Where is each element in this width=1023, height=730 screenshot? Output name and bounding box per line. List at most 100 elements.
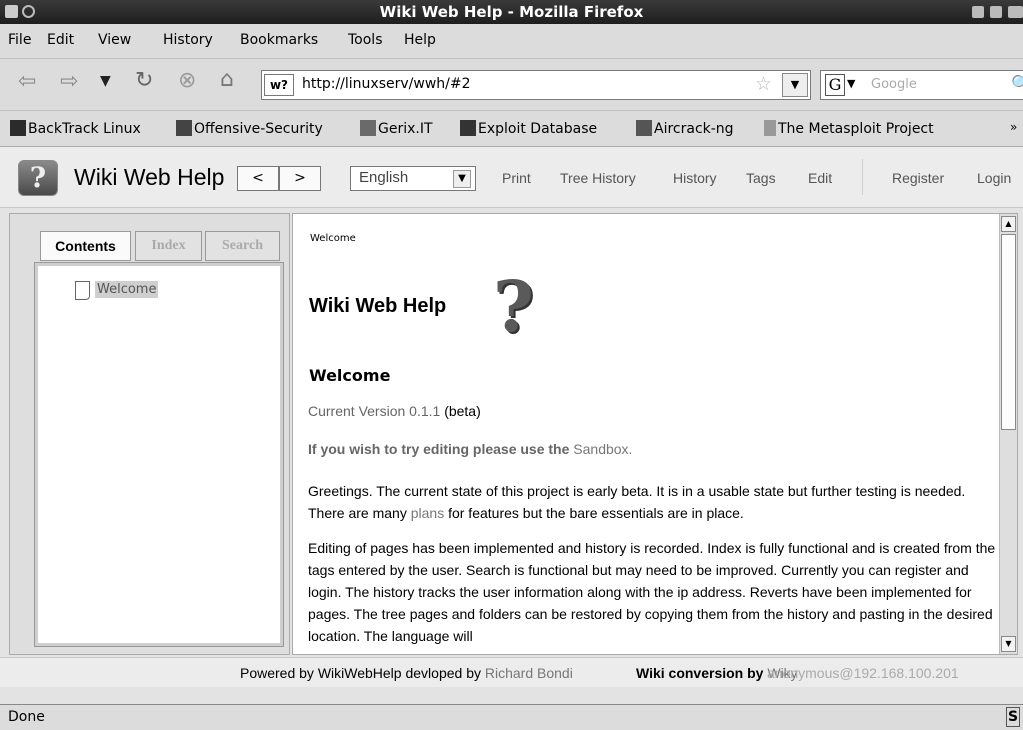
metasploit-icon [764, 120, 776, 136]
version-label: Current Version 0.1.1 [308, 403, 441, 419]
print-link[interactable]: Print [502, 170, 531, 186]
header-divider [862, 159, 863, 195]
status-security-icon[interactable]: S [1006, 707, 1020, 727]
search-box[interactable]: G ▼ Google 🔍 [820, 70, 1023, 100]
bookmark-metasploit[interactable]: The Metasploit Project [764, 120, 934, 137]
wiki-logo-icon: ? [18, 160, 58, 196]
greetings-text-b: for features but the bare essentials are… [448, 505, 744, 521]
tab-index[interactable]: Index [135, 231, 202, 261]
search-engine-dropdown-icon[interactable]: ▼ [847, 77, 855, 90]
powered-by-text: Powered by WikiWebHelp devloped by [240, 665, 481, 681]
bookmark-exploit-database[interactable]: Exploit Database [460, 120, 597, 137]
greetings-paragraph: Greetings. The current state of this pro… [308, 480, 998, 524]
scroll-down-icon[interactable]: ▼ [1001, 636, 1016, 652]
history-link[interactable]: History [673, 170, 717, 186]
window-titlebar: Wiki Web Help - Mozilla Firefox [0, 0, 1023, 24]
content-panel: Welcome Wiki Web Help ? Welcome Current … [292, 213, 1018, 655]
search-engine-icon[interactable]: G [825, 74, 845, 96]
url-text[interactable]: http://linuxserv/wwh/#2 [302, 76, 471, 92]
forward-arrow-icon[interactable]: ⇨ [60, 69, 78, 94]
language-value: English [359, 169, 409, 186]
bookmark-label: Aircrack-ng [654, 121, 734, 137]
navigation-toolbar: ⇦ ⇨ ▼ ↻ ⊗ ⌂ w? http://linuxserv/wwh/#2 ☆… [0, 58, 1023, 110]
content-scrollbar[interactable]: ▲ ▼ [999, 214, 1017, 654]
current-user: anonymous@192.168.100.201 [767, 665, 959, 681]
bookmark-aircrack[interactable]: Aircrack-ng [636, 120, 734, 137]
tab-contents[interactable]: Contents [40, 231, 131, 261]
conversion-text: Wiki conversion by [636, 665, 764, 681]
edit-link[interactable]: Edit [808, 170, 832, 186]
gerix-icon [360, 120, 376, 136]
search-icon[interactable]: 🔍 [1011, 74, 1023, 93]
bookmark-label: BackTrack Linux [28, 121, 141, 137]
wiki-back-button[interactable]: < [237, 166, 279, 191]
bookmark-offensive-security[interactable]: Offensive-Security [176, 120, 323, 137]
menu-bar: File Edit View History Bookmarks Tools H… [0, 24, 1023, 58]
language-select[interactable]: English ▼ [350, 166, 476, 191]
chevron-down-icon[interactable]: ▼ [453, 170, 471, 188]
close-button[interactable] [1008, 6, 1023, 18]
menu-help[interactable]: Help [404, 32, 436, 48]
search-input[interactable]: Google [871, 77, 917, 92]
menu-bookmarks[interactable]: Bookmarks [240, 32, 318, 48]
plans-link[interactable]: plans [411, 505, 444, 521]
menu-file[interactable]: File [8, 32, 31, 48]
reload-icon[interactable]: ↻ [135, 68, 153, 93]
site-identity-icon[interactable]: w? [264, 74, 294, 96]
section-heading: Welcome [309, 366, 391, 385]
menu-view[interactable]: View [98, 32, 131, 48]
bookmarks-toolbar: BackTrack Linux Offensive-Security Gerix… [0, 110, 1023, 146]
menu-tools[interactable]: Tools [348, 32, 383, 48]
tab-search[interactable]: Search [205, 231, 280, 261]
sandbox-link[interactable]: Sandbox. [573, 441, 632, 457]
tree-item-label[interactable]: Welcome [95, 281, 159, 298]
tree-history-link[interactable]: Tree History [560, 170, 636, 186]
menu-history[interactable]: History [163, 32, 213, 48]
bookmark-label: The Metasploit Project [778, 121, 934, 137]
register-link[interactable]: Register [892, 170, 944, 186]
page-icon [75, 281, 90, 300]
navigation-panel: Contents Index Search Welcome [9, 213, 290, 655]
login-link[interactable]: Login [977, 170, 1011, 186]
bookmarks-overflow-icon[interactable]: » [1010, 120, 1017, 134]
bookmark-label: Exploit Database [478, 121, 598, 137]
page-viewport: ? Wiki Web Help < > English ▼ Print Tree… [0, 146, 1023, 704]
history-dropdown-icon[interactable]: ▼ [100, 73, 111, 89]
bookmark-label: Offensive-Security [194, 121, 323, 137]
tags-link[interactable]: Tags [746, 170, 776, 186]
wiki-question-logo-icon: ? [493, 265, 535, 348]
url-bar[interactable]: w? http://linuxserv/wwh/#2 ☆ ▼ [261, 70, 811, 100]
home-icon[interactable]: ⌂ [220, 67, 234, 92]
version-line: Current Version 0.1.1 (beta) [308, 400, 998, 422]
page-heading: Wiki Web Help [309, 295, 447, 317]
window-title: Wiki Web Help - Mozilla Firefox [379, 3, 644, 21]
scroll-up-icon[interactable]: ▲ [1001, 216, 1016, 232]
bookmark-backtrack-linux[interactable]: BackTrack Linux [10, 120, 141, 137]
editing-paragraph: Editing of pages has been implemented an… [308, 540, 996, 644]
url-dropdown-icon[interactable]: ▼ [782, 73, 808, 97]
bookmark-star-icon[interactable]: ☆ [755, 73, 772, 95]
menu-edit[interactable]: Edit [47, 32, 74, 48]
exploit-database-icon [460, 120, 476, 136]
powered-by: Powered by WikiWebHelp devloped by Richa… [240, 665, 573, 681]
status-text: Done [8, 709, 45, 725]
sandbox-line: If you wish to try editing please use th… [308, 438, 998, 460]
wiki-header: ? Wiki Web Help < > English ▼ Print Tree… [0, 147, 1023, 208]
author-link[interactable]: Richard Bondi [485, 665, 573, 681]
scroll-thumb[interactable] [1001, 234, 1016, 430]
minimize-button[interactable] [972, 6, 984, 18]
bookmark-label: Gerix.IT [378, 121, 433, 137]
backtrack-icon [10, 120, 26, 136]
version-tag: (beta) [444, 403, 481, 419]
back-arrow-icon[interactable]: ⇦ [18, 69, 36, 94]
status-bar: Done S [0, 704, 1023, 730]
wiki-title: Wiki Web Help [74, 164, 225, 190]
stop-icon[interactable]: ⊗ [178, 68, 196, 93]
aircrack-icon [636, 120, 652, 136]
offensive-security-icon [176, 120, 192, 136]
wiki-forward-button[interactable]: > [279, 166, 321, 191]
bookmark-gerix[interactable]: Gerix.IT [360, 120, 433, 137]
sandbox-text: If you wish to try editing please use th… [308, 441, 570, 457]
breadcrumb: Welcome [310, 233, 356, 244]
maximize-button[interactable] [990, 6, 1002, 18]
